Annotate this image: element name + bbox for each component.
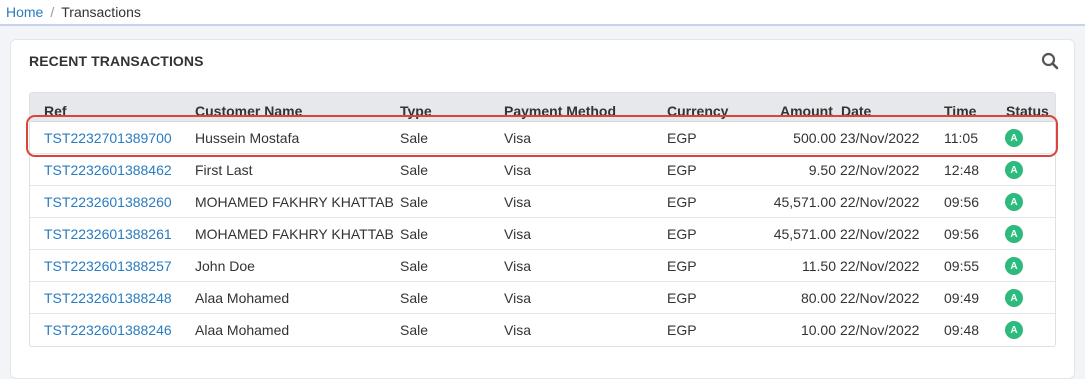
cell-payment-method: Visa: [504, 130, 531, 146]
cell-payment-method: Visa: [504, 258, 531, 274]
status-badge: A: [1005, 225, 1023, 243]
card-title: RECENT TRANSACTIONS: [29, 53, 204, 69]
table-row[interactable]: TST2232701389700 Hussein Mostafa Sale Visa E…: [30, 122, 1055, 154]
breadcrumb-separator: /: [50, 4, 55, 20]
status-badge: A: [1005, 129, 1023, 147]
cell-payment-method: Visa: [504, 162, 531, 178]
table-header: Ref Customer Name Type Payment Method Cu…: [30, 93, 1055, 122]
cell-customer-name: First Last: [195, 162, 253, 178]
cell-time: 09:48: [944, 322, 980, 338]
header-ref[interactable]: Ref: [44, 103, 67, 119]
header-customer-name[interactable]: Customer Name: [195, 103, 302, 119]
cell-type: Sale: [400, 194, 429, 210]
cell-amount: 10.00: [800, 322, 836, 338]
cell-type: Sale: [400, 130, 429, 146]
header-currency[interactable]: Currency: [667, 103, 728, 119]
header-amount[interactable]: Amount: [780, 103, 833, 119]
table-row[interactable]: TST2232601388257 John Doe Sale Visa EGP 22/No…: [30, 250, 1055, 282]
cell-amount: 80.00: [800, 290, 836, 306]
cell-currency: EGP: [667, 226, 697, 242]
table-row[interactable]: TST2232601388246 Alaa Mohamed Sale Visa EGP 2…: [30, 314, 1055, 346]
cell-time: 09:55: [944, 258, 980, 274]
status-badge: A: [1005, 161, 1023, 179]
breadcrumb-current: Transactions: [61, 4, 141, 20]
cell-currency: EGP: [667, 290, 697, 306]
cell-amount: 45,571.00: [773, 194, 836, 210]
header-type[interactable]: Type: [400, 103, 432, 119]
cell-type: Sale: [400, 162, 429, 178]
cell-customer-name: Alaa Mohamed: [195, 290, 290, 306]
cell-ref[interactable]: TST2232601388246: [44, 322, 172, 338]
cell-payment-method: Visa: [504, 322, 531, 338]
cell-amount: 45,571.00: [773, 226, 836, 242]
header-status[interactable]: Status: [1006, 103, 1049, 119]
table-row[interactable]: TST2232601388462 First Last Sale Visa EGP 22/…: [30, 154, 1055, 186]
cell-customer-name: MOHAMED FAKHRY KHATTAB: [195, 194, 394, 210]
cell-date: 23/Nov/2022: [840, 130, 920, 146]
cell-ref[interactable]: TST2232601388248: [44, 290, 172, 306]
status-badge: A: [1005, 321, 1023, 339]
cell-amount: 11.50: [802, 258, 836, 274]
cell-payment-method: Visa: [504, 290, 531, 306]
cell-amount: 500.00: [793, 130, 836, 146]
cell-time: 12:48: [944, 162, 980, 178]
cell-time: 09:49: [944, 290, 980, 306]
cell-customer-name: Hussein Mostafa: [195, 130, 300, 146]
cell-ref[interactable]: TST2232601388261: [44, 226, 172, 242]
cell-customer-name: Alaa Mohamed: [195, 322, 290, 338]
cell-ref[interactable]: TST2232601388462: [44, 162, 172, 178]
cell-type: Sale: [400, 226, 429, 242]
cell-date: 22/Nov/2022: [840, 226, 920, 242]
breadcrumb: Home / Transactions: [0, 0, 1085, 26]
cell-ref[interactable]: TST2232701389700: [44, 130, 172, 146]
status-badge: A: [1005, 289, 1023, 307]
status-badge: A: [1005, 257, 1023, 275]
search-icon[interactable]: [1040, 51, 1060, 71]
header-payment-method[interactable]: Payment Method: [504, 103, 616, 119]
cell-payment-method: Visa: [504, 194, 531, 210]
cell-type: Sale: [400, 258, 429, 274]
cell-ref[interactable]: TST2232601388257: [44, 258, 172, 274]
header-date[interactable]: Date: [841, 103, 871, 119]
cell-date: 22/Nov/2022: [840, 290, 920, 306]
table-row[interactable]: TST2232601388248 Alaa Mohamed Sale Visa EGP 2…: [30, 282, 1055, 314]
cell-currency: EGP: [667, 258, 697, 274]
table-row[interactable]: TST2232601388261 MOHAMED FAKHRY KHATTAB Sa…: [30, 218, 1055, 250]
cell-date: 22/Nov/2022: [840, 162, 920, 178]
table-row[interactable]: TST2232601388260 MOHAMED FAKHRY KHATTAB Sa…: [30, 186, 1055, 218]
cell-time: 09:56: [944, 226, 980, 242]
cell-currency: EGP: [667, 194, 697, 210]
cell-type: Sale: [400, 322, 429, 338]
cell-date: 22/Nov/2022: [840, 322, 920, 338]
cell-date: 22/Nov/2022: [840, 258, 920, 274]
cell-customer-name: John Doe: [195, 258, 255, 274]
cell-currency: EGP: [667, 322, 697, 338]
header-time[interactable]: Time: [944, 103, 976, 119]
cell-type: Sale: [400, 290, 429, 306]
cell-date: 22/Nov/2022: [840, 194, 920, 210]
breadcrumb-home-link[interactable]: Home: [6, 4, 43, 20]
cell-time: 11:05: [944, 130, 978, 146]
cell-currency: EGP: [667, 130, 697, 146]
cell-ref[interactable]: TST2232601388260: [44, 194, 172, 210]
cell-time: 09:56: [944, 194, 980, 210]
table-body: TST2232701389700 Hussein Mostafa Sale Visa E…: [30, 122, 1055, 346]
cell-amount: 9.50: [808, 162, 836, 178]
transactions-table: Ref Customer Name Type Payment Method Cu…: [29, 92, 1056, 347]
cell-payment-method: Visa: [504, 226, 531, 242]
cell-customer-name: MOHAMED FAKHRY KHATTAB: [195, 226, 394, 242]
recent-transactions-card: RECENT TRANSACTIONS Ref Customer Name Ty…: [10, 39, 1075, 379]
status-badge: A: [1005, 193, 1023, 211]
cell-currency: EGP: [667, 162, 697, 178]
